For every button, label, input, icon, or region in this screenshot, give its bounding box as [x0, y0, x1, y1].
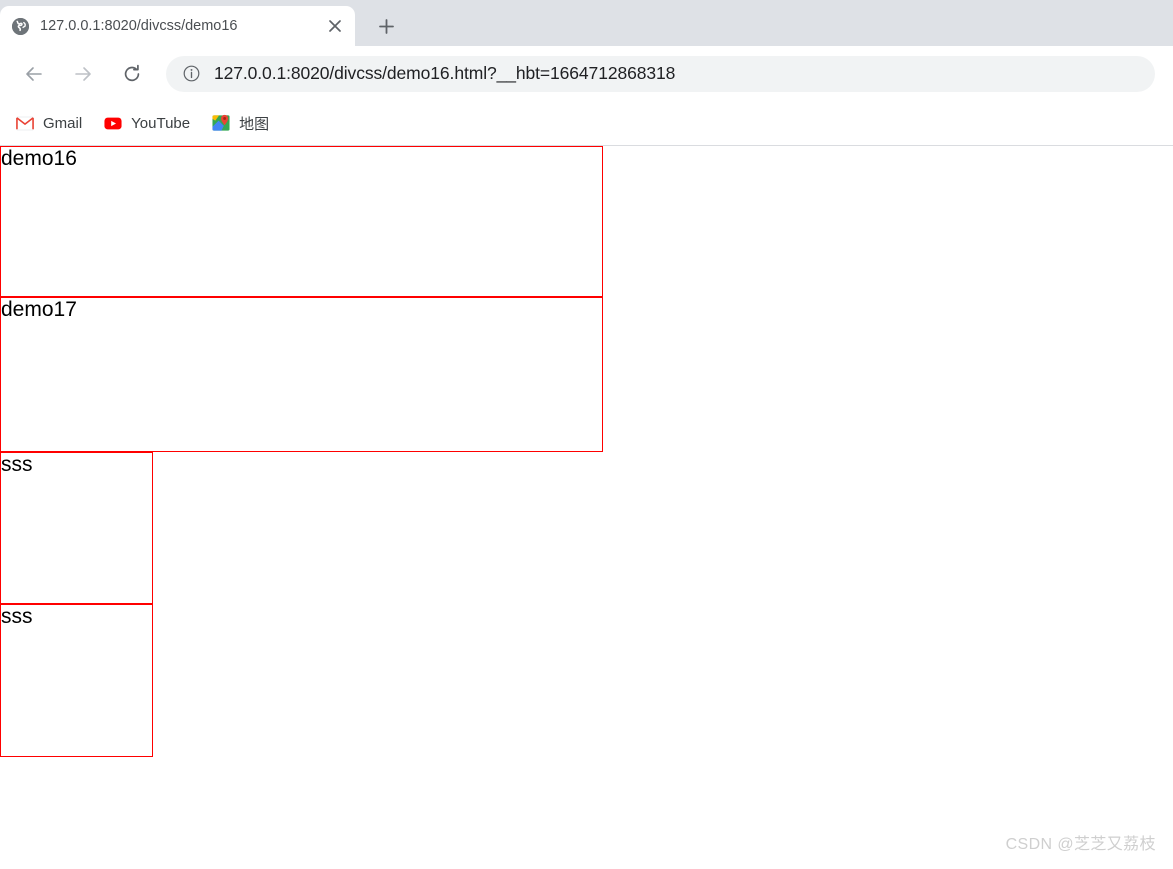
browser-toolbar: 127.0.0.1:8020/divcss/demo16.html?__hbt=…: [0, 46, 1173, 101]
csdn-watermark: CSDN @芝芝又荔枝: [1005, 836, 1156, 853]
demo-box-sss-1: sss: [0, 452, 153, 604]
address-bar-url: 127.0.0.1:8020/divcss/demo16.html?__hbt=…: [214, 63, 676, 83]
page-viewport: demo16 demo17 sss sss CSDN @芝芝又荔枝: [0, 146, 1173, 868]
demo-box-text: demo17: [1, 298, 77, 321]
globe-icon: [12, 17, 29, 35]
demo-box-demo17: demo17: [0, 297, 603, 452]
arrow-left-icon: [26, 66, 42, 81]
bookmark-label: Gmail: [43, 114, 83, 132]
forward-button[interactable]: [65, 56, 101, 92]
back-button[interactable]: [16, 56, 52, 92]
demo-box-text: sss: [1, 605, 33, 628]
browser-tab-active[interactable]: 127.0.0.1:8020/divcss/demo16: [0, 6, 355, 46]
arrow-right-icon: [75, 66, 91, 81]
demo-box-demo16: demo16: [0, 146, 603, 297]
browser-tab-title: 127.0.0.1:8020/divcss/demo16: [40, 18, 238, 34]
browser-tab-strip: 127.0.0.1:8020/divcss/demo16: [0, 0, 1173, 46]
demo-box-sss-2: sss: [0, 604, 153, 757]
gmail-icon: [16, 114, 34, 132]
new-tab-button[interactable]: [369, 9, 403, 43]
address-bar[interactable]: 127.0.0.1:8020/divcss/demo16.html?__hbt=…: [166, 55, 1155, 92]
youtube-icon: [104, 114, 122, 132]
plus-icon: [378, 18, 394, 34]
bookmark-maps[interactable]: 地图: [204, 108, 277, 138]
reload-button[interactable]: [114, 56, 150, 92]
bookmark-gmail[interactable]: Gmail: [8, 108, 90, 138]
demo-box-text: sss: [1, 453, 33, 476]
demo-box-text: demo16: [1, 147, 77, 170]
bookmark-label: YouTube: [131, 114, 191, 132]
close-icon[interactable]: [322, 13, 348, 39]
bookmark-label: 地图: [239, 115, 270, 133]
reload-icon: [124, 64, 140, 81]
bookmark-youtube[interactable]: YouTube: [96, 108, 198, 138]
info-circle-icon[interactable]: [182, 65, 200, 83]
google-maps-icon: [212, 114, 230, 132]
bookmarks-bar: Gmail YouTube 地图: [0, 101, 1173, 146]
